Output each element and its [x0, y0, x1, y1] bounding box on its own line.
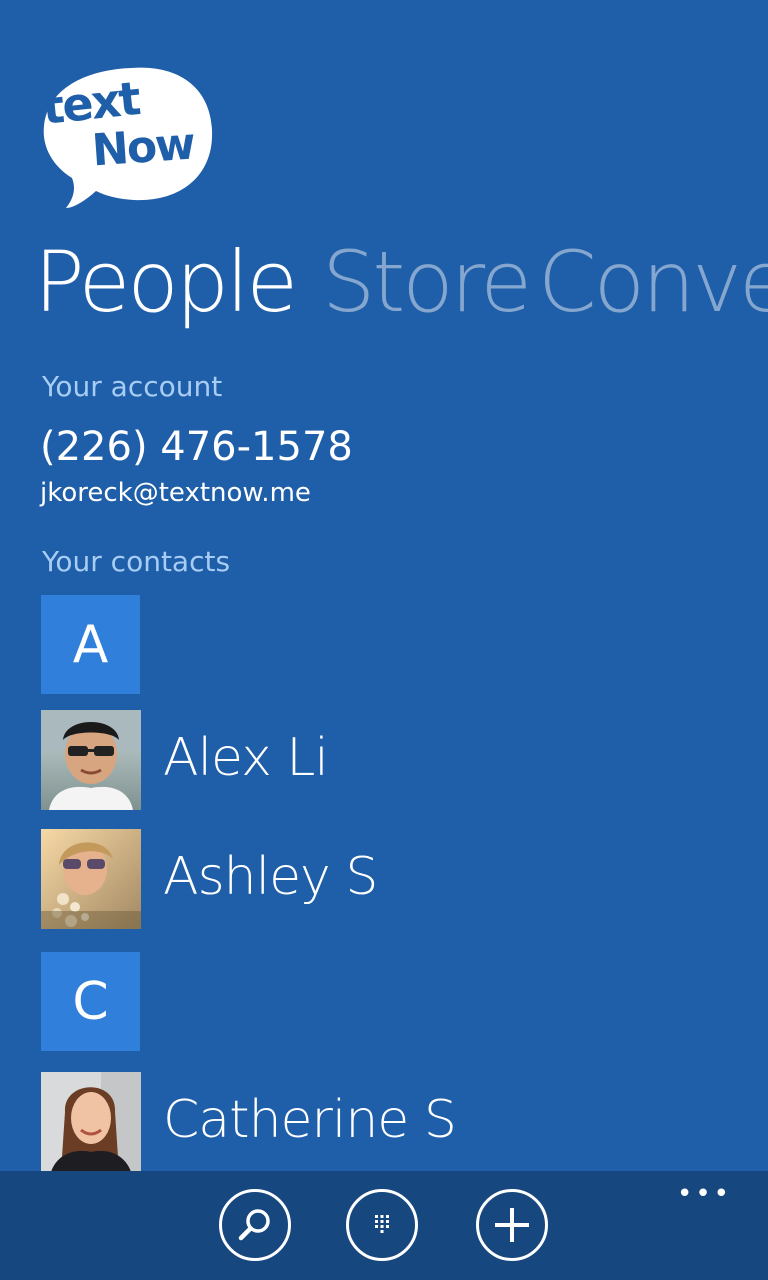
search-button[interactable] [219, 1189, 291, 1261]
app-bar: ••• [0, 1171, 768, 1280]
group-header-c[interactable]: C [41, 952, 140, 1051]
account-email: jkoreck@textnow.me [40, 478, 311, 508]
dialpad-button[interactable] [346, 1189, 418, 1261]
account-section-label: Your account [42, 370, 223, 403]
pivot-header: People Store Conve [0, 232, 768, 332]
search-icon [238, 1209, 270, 1241]
pivot-tab-conversations[interactable]: Conve [538, 232, 768, 332]
avatar [41, 829, 141, 929]
pivot-tab-store[interactable]: Store [322, 232, 532, 332]
more-options-button[interactable]: ••• [677, 1179, 732, 1209]
contact-name: Ashley S [163, 847, 378, 907]
dialpad-icon [375, 1215, 389, 1233]
contact-item-ashley-s[interactable]: Ashley S [41, 829, 741, 929]
group-header-a[interactable]: A [41, 595, 140, 694]
avatar [41, 710, 141, 810]
contacts-section-label: Your contacts [42, 545, 231, 578]
pivot-tab-people[interactable]: People [34, 232, 298, 332]
contact-item-alex-li[interactable]: Alex Li [41, 710, 741, 810]
contact-name: Catherine S [163, 1090, 457, 1150]
avatar [41, 1072, 141, 1172]
contact-name: Alex Li [163, 728, 329, 788]
add-contact-button[interactable] [476, 1189, 548, 1261]
account-phone: (226) 476-1578 [40, 424, 353, 470]
textnow-logo: text Now [36, 60, 218, 210]
contact-item-catherine-s[interactable]: Catherine S [41, 1072, 741, 1172]
logo-text-line2: Now [90, 118, 196, 177]
add-icon [495, 1208, 529, 1242]
